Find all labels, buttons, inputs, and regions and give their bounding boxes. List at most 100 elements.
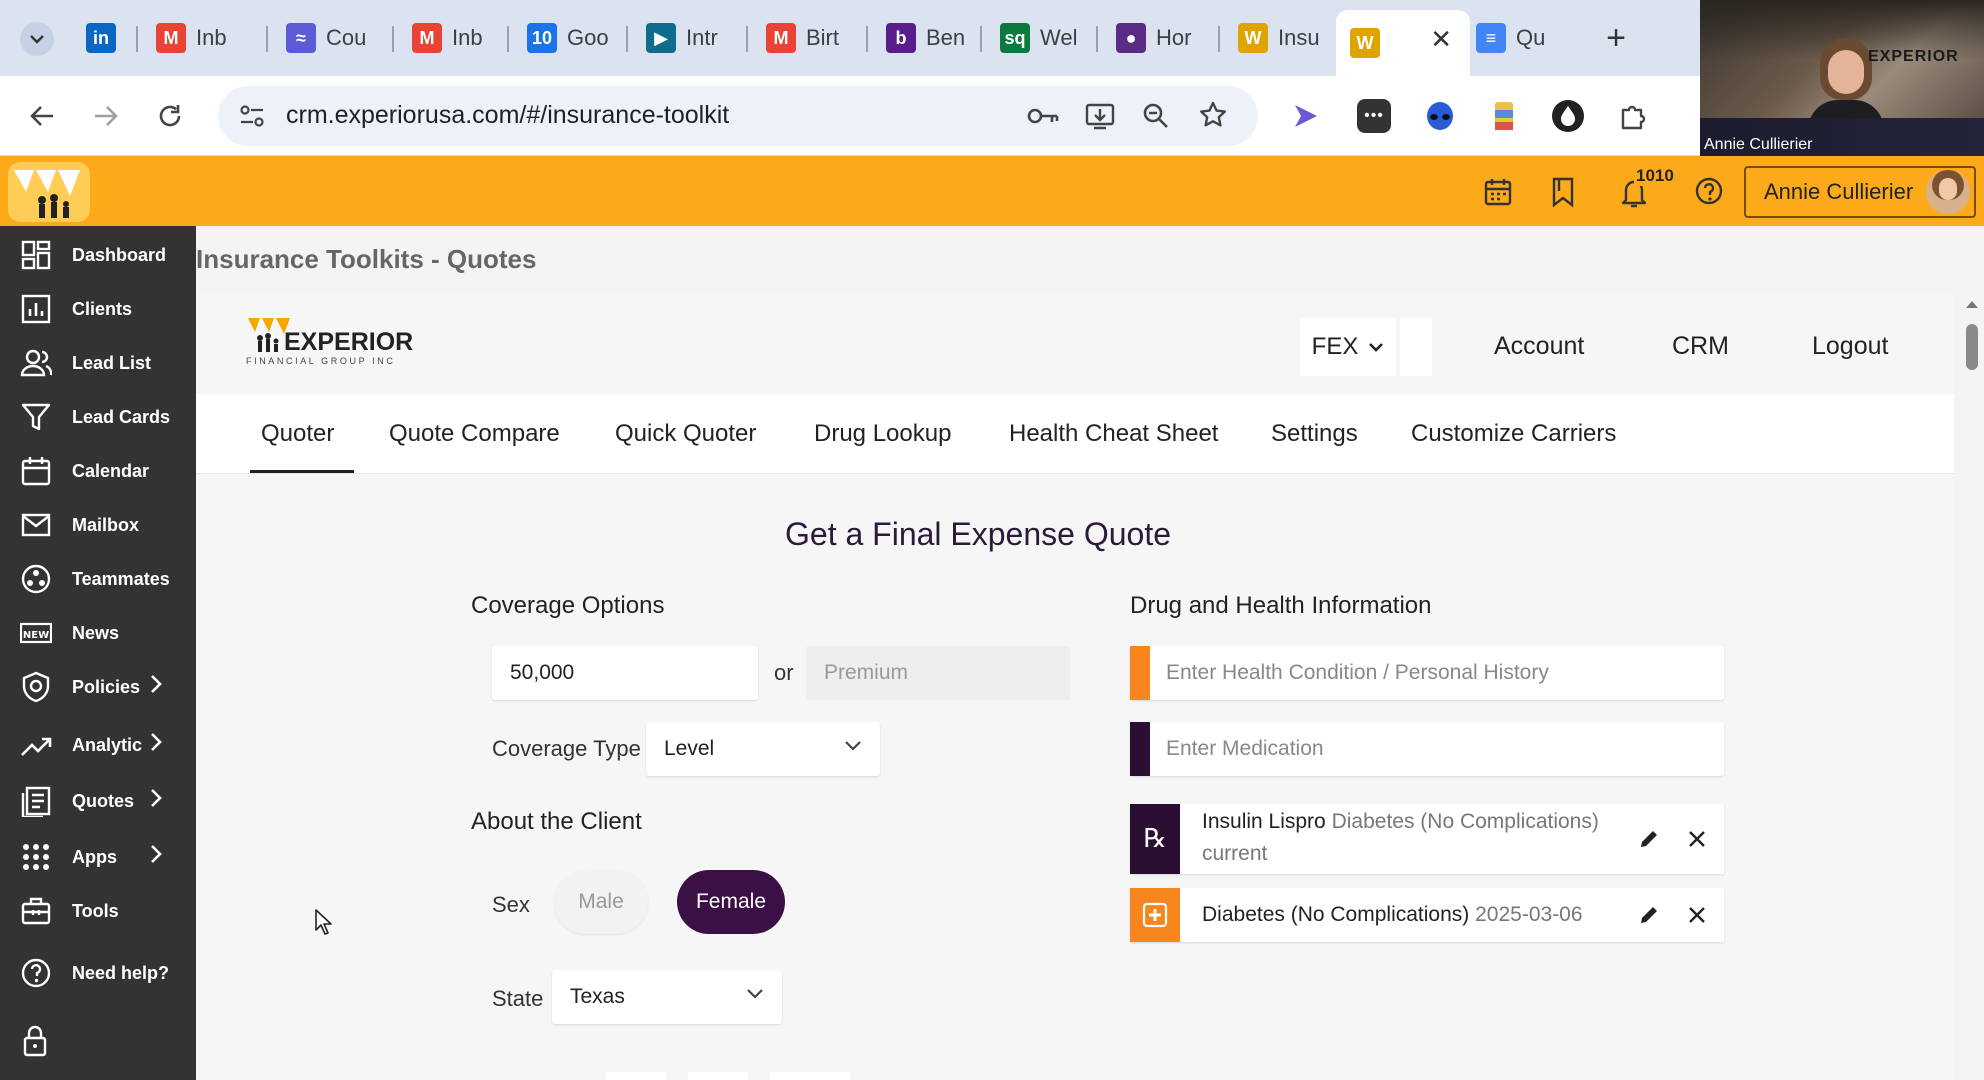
calendar-icon: 10 (527, 23, 557, 53)
product-select[interactable]: FEX (1300, 318, 1396, 376)
browser-tab[interactable]: in (72, 14, 130, 62)
calendar-icon[interactable] (1482, 176, 1514, 208)
news-icon: NEW (20, 617, 52, 649)
reload-icon[interactable] (148, 94, 192, 138)
browser-tab[interactable]: W Insu (1224, 14, 1328, 62)
b-icon: b (886, 23, 916, 53)
tab-customize-carriers[interactable]: Customize Carriers (1411, 420, 1616, 448)
extension-arrow-icon[interactable] (1284, 94, 1328, 138)
browser-tab[interactable]: M Inb (142, 14, 260, 62)
webcam-video-overlay: EXPERIOR Annie Cullierier (1700, 0, 1984, 158)
tab-health-cheat-sheet[interactable]: Health Cheat Sheet (1009, 420, 1218, 448)
tab-quote-compare[interactable]: Quote Compare (389, 420, 560, 448)
sidebar-item-clients[interactable]: Clients (0, 284, 196, 334)
browser-tab-label: Qu (1516, 25, 1546, 50)
bookmark-icon[interactable] (1548, 176, 1578, 208)
browser-tab[interactable]: b Ben (872, 14, 978, 62)
browser-tab[interactable]: M Inb (398, 14, 506, 62)
tab-quick-quoter[interactable]: Quick Quoter (615, 420, 756, 448)
bookmark-star-icon[interactable] (1198, 100, 1228, 130)
tab-quoter[interactable]: Quoter (261, 420, 334, 448)
help-icon (20, 957, 52, 989)
new-tab-button[interactable]: + (1596, 18, 1636, 58)
sidebar-item-calendar[interactable]: Calendar (0, 446, 196, 496)
sidebar-item-need-help[interactable]: Need help? (0, 948, 196, 998)
coverage-type-select[interactable]: Level (646, 722, 880, 776)
account-link[interactable]: Account (1494, 332, 1584, 361)
browser-tab[interactable]: W ✕ (1336, 10, 1470, 76)
circle-app-icon: ● (1116, 23, 1146, 53)
browser-tab[interactable]: ≈ Cou (272, 14, 390, 62)
drug-health-title: Drug and Health Information (1130, 592, 1432, 619)
sidebar-item-label: News (72, 622, 120, 643)
sidebar-item-analytic[interactable]: Analytic (0, 720, 196, 770)
face-amount-input[interactable]: 50,000 (492, 646, 758, 700)
remove-x-icon[interactable] (1682, 888, 1712, 942)
page-scrollbar[interactable] (1964, 298, 1980, 1078)
browser-tab[interactable]: sq Wel (986, 14, 1094, 62)
video-name-label: Annie Cullierier (1704, 136, 1813, 153)
next-row-fields (606, 1064, 1006, 1080)
help-icon[interactable] (1694, 176, 1724, 206)
sidebar-item-teammates[interactable]: Teammates (0, 554, 196, 604)
app-icon: ≈ (286, 23, 316, 53)
lock-icon[interactable] (20, 1024, 50, 1058)
sex-male-button[interactable]: Male (554, 870, 648, 934)
close-tab-icon[interactable]: ✕ (1430, 24, 1452, 55)
extensions-puzzle-icon[interactable] (1612, 94, 1656, 138)
tab-separator (507, 26, 509, 52)
remove-x-icon[interactable] (1682, 804, 1712, 874)
sidebar-item-quotes[interactable]: Quotes (0, 776, 196, 826)
browser-tab[interactable]: ▶ Intr (632, 14, 744, 62)
site-settings-icon[interactable] (238, 102, 266, 130)
extension-drop-icon[interactable] (1546, 94, 1590, 138)
sidebar-item-label: Tools (72, 900, 119, 921)
install-app-icon[interactable] (1084, 100, 1116, 132)
sidebar-item-lead-cards[interactable]: Lead Cards (0, 392, 196, 442)
zoom-icon[interactable] (1142, 102, 1170, 130)
medication-input[interactable]: Enter Medication (1130, 722, 1724, 776)
edit-pencil-icon[interactable] (1634, 888, 1664, 942)
extension-alien-icon[interactable] (1418, 94, 1462, 138)
browser-tab-label: Intr (686, 25, 718, 50)
sidebar-item-lead-list[interactable]: Lead List (0, 338, 196, 388)
browser-tab[interactable]: 10 Goo (513, 14, 625, 62)
sidebar-item-label: Need help? (72, 962, 170, 983)
sidebar-item-policies[interactable]: Policies (0, 662, 196, 712)
sidebar-item-label: Clients (72, 298, 133, 319)
extension-dots-icon[interactable]: ••• (1352, 94, 1396, 138)
user-menu-button[interactable]: Annie Cullierier (1744, 166, 1976, 218)
health-condition-input[interactable]: Enter Health Condition / Personal Histor… (1130, 646, 1724, 700)
browser-tab[interactable]: M Birt (752, 14, 864, 62)
tab-search-chevron-icon[interactable] (20, 22, 54, 56)
sidebar-item-mailbox[interactable]: Mailbox (0, 500, 196, 550)
sidebar-item-apps[interactable]: Apps (0, 832, 196, 882)
edit-pencil-icon[interactable] (1634, 804, 1664, 874)
state-select[interactable]: Texas (552, 970, 782, 1024)
apps-icon (20, 841, 52, 873)
experior-logo-icon[interactable] (8, 162, 90, 222)
browser-tab[interactable]: ≡ Qu (1462, 14, 1554, 62)
crm-link[interactable]: CRM (1672, 332, 1729, 361)
sidebar-item-dashboard[interactable]: Dashboard (0, 230, 196, 280)
condition-name: Diabetes (No Complications) (1202, 903, 1470, 926)
address-bar[interactable]: crm.experiorusa.com/#/insurance-toolkit (218, 86, 1258, 146)
sidebar-item-tools[interactable]: Tools (0, 886, 196, 936)
premium-input[interactable]: Premium (806, 646, 1070, 700)
experior-icon: W (1238, 23, 1268, 53)
tab-drug-lookup[interactable]: Drug Lookup (814, 420, 951, 448)
back-icon[interactable] (20, 94, 64, 138)
sidebar-item-news[interactable]: NEW News (0, 608, 196, 658)
scrollbar-thumb[interactable] (1966, 324, 1978, 370)
chevron-right-icon (150, 732, 162, 758)
extension-palette-icon[interactable] (1482, 94, 1526, 138)
chevron-right-icon (150, 844, 162, 870)
logout-link[interactable]: Logout (1812, 332, 1888, 361)
tab-settings[interactable]: Settings (1271, 420, 1358, 448)
forward-icon[interactable] (84, 94, 128, 138)
browser-tab[interactable]: ● Hor (1102, 14, 1214, 62)
rx-icon: ℞ (1130, 804, 1180, 874)
sex-female-button[interactable]: Female (677, 870, 785, 934)
password-key-icon[interactable] (1026, 102, 1060, 130)
tab-separator (1096, 26, 1098, 52)
